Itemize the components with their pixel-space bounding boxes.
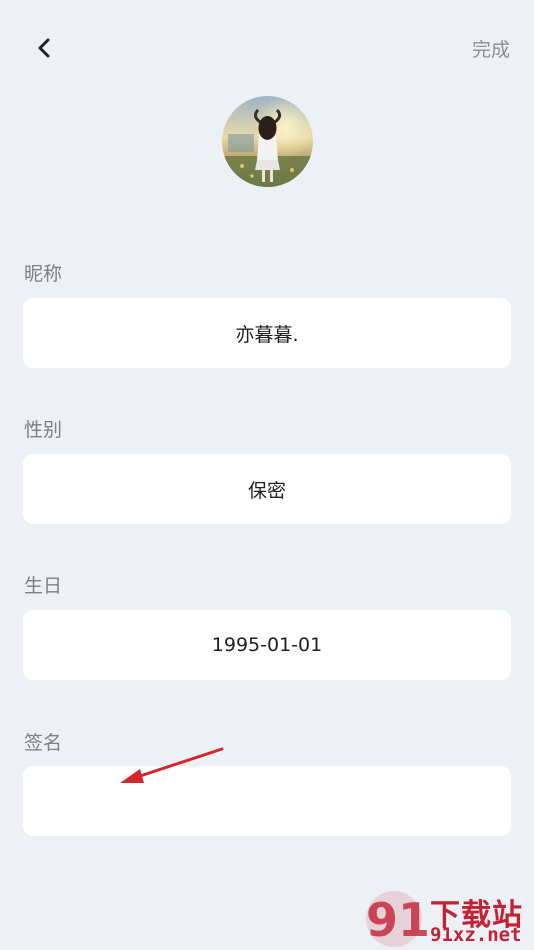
nickname-value: 亦暮暮. [235,323,299,346]
nickname-field[interactable]: 亦暮暮. [23,298,511,368]
site-logo-icon: 91 [366,891,430,947]
gender-field[interactable]: 保密 [23,454,511,524]
red-arrow-annotation [120,747,224,783]
birthday-field[interactable]: 1995-01-01 [23,610,511,680]
back-button[interactable] [30,34,58,62]
gender-label: 性别 [24,419,63,441]
logo-text: 91 [366,893,430,947]
watermark-url: 91xz.net [430,924,522,946]
avatar-photo [222,96,313,187]
chevron-left-icon [38,38,50,58]
nickname-label: 昵称 [24,263,63,285]
avatar[interactable] [222,96,313,187]
site-watermark: 91 下载站 91xz.net [360,888,534,950]
signature-label: 签名 [24,732,63,754]
done-button[interactable]: 完成 [472,35,510,62]
birthday-value: 1995-01-01 [211,634,323,656]
birthday-label: 生日 [24,575,63,597]
gender-value: 保密 [247,479,286,502]
signature-field[interactable] [23,766,511,836]
